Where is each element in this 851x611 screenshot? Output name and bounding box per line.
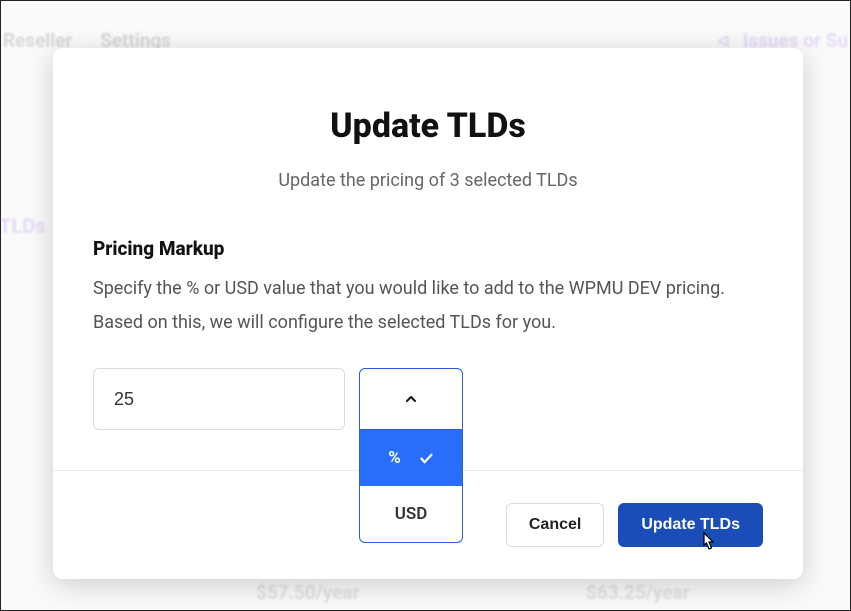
unit-option-usd-label: USD bbox=[395, 504, 428, 524]
pricing-markup-label: Pricing Markup bbox=[93, 237, 763, 260]
markup-unit-select[interactable] bbox=[359, 368, 463, 430]
cancel-button[interactable]: Cancel bbox=[506, 503, 604, 547]
unit-option-percent-label: % bbox=[388, 448, 401, 468]
markup-unit-dropdown: % USD bbox=[359, 430, 463, 543]
modal-title: Update TLDs bbox=[93, 106, 763, 146]
check-icon bbox=[419, 451, 434, 466]
unit-option-usd[interactable]: USD bbox=[360, 486, 462, 542]
pricing-markup-description: Specify the % or USD value that you woul… bbox=[93, 272, 763, 340]
chevron-up-icon bbox=[403, 391, 419, 407]
update-tlds-modal: Update TLDs Update the pricing of 3 sele… bbox=[53, 48, 803, 579]
unit-option-percent[interactable]: % bbox=[360, 430, 462, 486]
markup-value-input[interactable] bbox=[93, 368, 345, 430]
update-tlds-button[interactable]: Update TLDs bbox=[618, 503, 763, 547]
modal-subtitle: Update the pricing of 3 selected TLDs bbox=[93, 170, 763, 191]
